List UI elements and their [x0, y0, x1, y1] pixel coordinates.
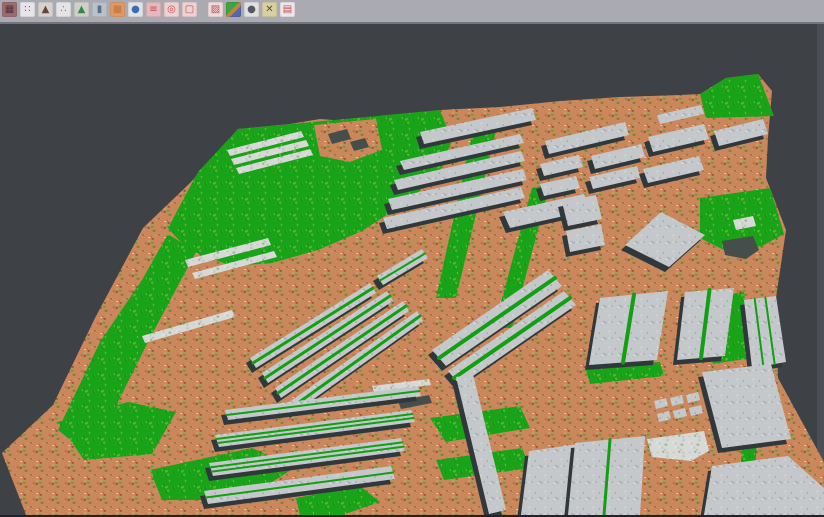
application-window: ▦ ∷ ▲ ∴ ▲ ▮ ■ ● ≡ ◎ ▢ ▨ ● ✕ ▤ [0, 0, 824, 517]
scalar-list-button[interactable]: ≡ [146, 2, 161, 17]
radius-target-icon: ◎ [167, 2, 176, 17]
viewport-right-edge [817, 24, 824, 515]
point-pair-registration-icon: ∷ [24, 2, 30, 17]
terrain-dem-button[interactable]: ▲ [74, 2, 89, 17]
delete-cross-icon: ✕ [265, 2, 273, 17]
radius-target-button[interactable]: ◎ [164, 2, 179, 17]
render-sphere-button[interactable]: ● [244, 2, 259, 17]
segment-bars-icon: ▤ [283, 2, 292, 17]
move-tool-icon: ▦ [5, 2, 14, 17]
profile-column-button[interactable]: ▮ [92, 2, 107, 17]
mountain-mesh-icon: ▲ [42, 2, 50, 17]
scalar-list-icon: ≡ [149, 2, 157, 17]
terrain-dem-icon: ▲ [78, 2, 86, 17]
bounding-box-icon: ▢ [185, 2, 194, 17]
3d-viewport[interactable] [0, 24, 824, 515]
subsample-points-icon: ∴ [60, 2, 66, 17]
point-cloud-canvas[interactable] [0, 24, 824, 515]
point-pair-registration-button[interactable]: ∷ [20, 2, 35, 17]
section-filter-button[interactable]: ▨ [208, 2, 223, 17]
classification-map-button[interactable] [226, 2, 241, 17]
profile-column-icon: ▮ [97, 2, 103, 17]
globe-geo-icon: ● [131, 2, 140, 17]
globe-geo-button[interactable]: ● [128, 2, 143, 17]
delete-cross-button[interactable]: ✕ [262, 2, 277, 17]
move-tool-button[interactable]: ▦ [2, 2, 17, 17]
section-filter-icon: ▨ [211, 2, 220, 17]
ortho-tile-button[interactable]: ■ [110, 2, 125, 17]
ortho-tile-icon: ■ [113, 2, 122, 17]
bounding-box-button[interactable]: ▢ [182, 2, 197, 17]
main-toolbar: ▦ ∷ ▲ ∴ ▲ ▮ ■ ● ≡ ◎ ▢ ▨ ● ✕ ▤ [0, 0, 824, 24]
segment-bars-button[interactable]: ▤ [280, 2, 295, 17]
mountain-mesh-button[interactable]: ▲ [38, 2, 53, 17]
render-sphere-icon: ● [247, 2, 256, 17]
subsample-points-button[interactable]: ∴ [56, 2, 71, 17]
